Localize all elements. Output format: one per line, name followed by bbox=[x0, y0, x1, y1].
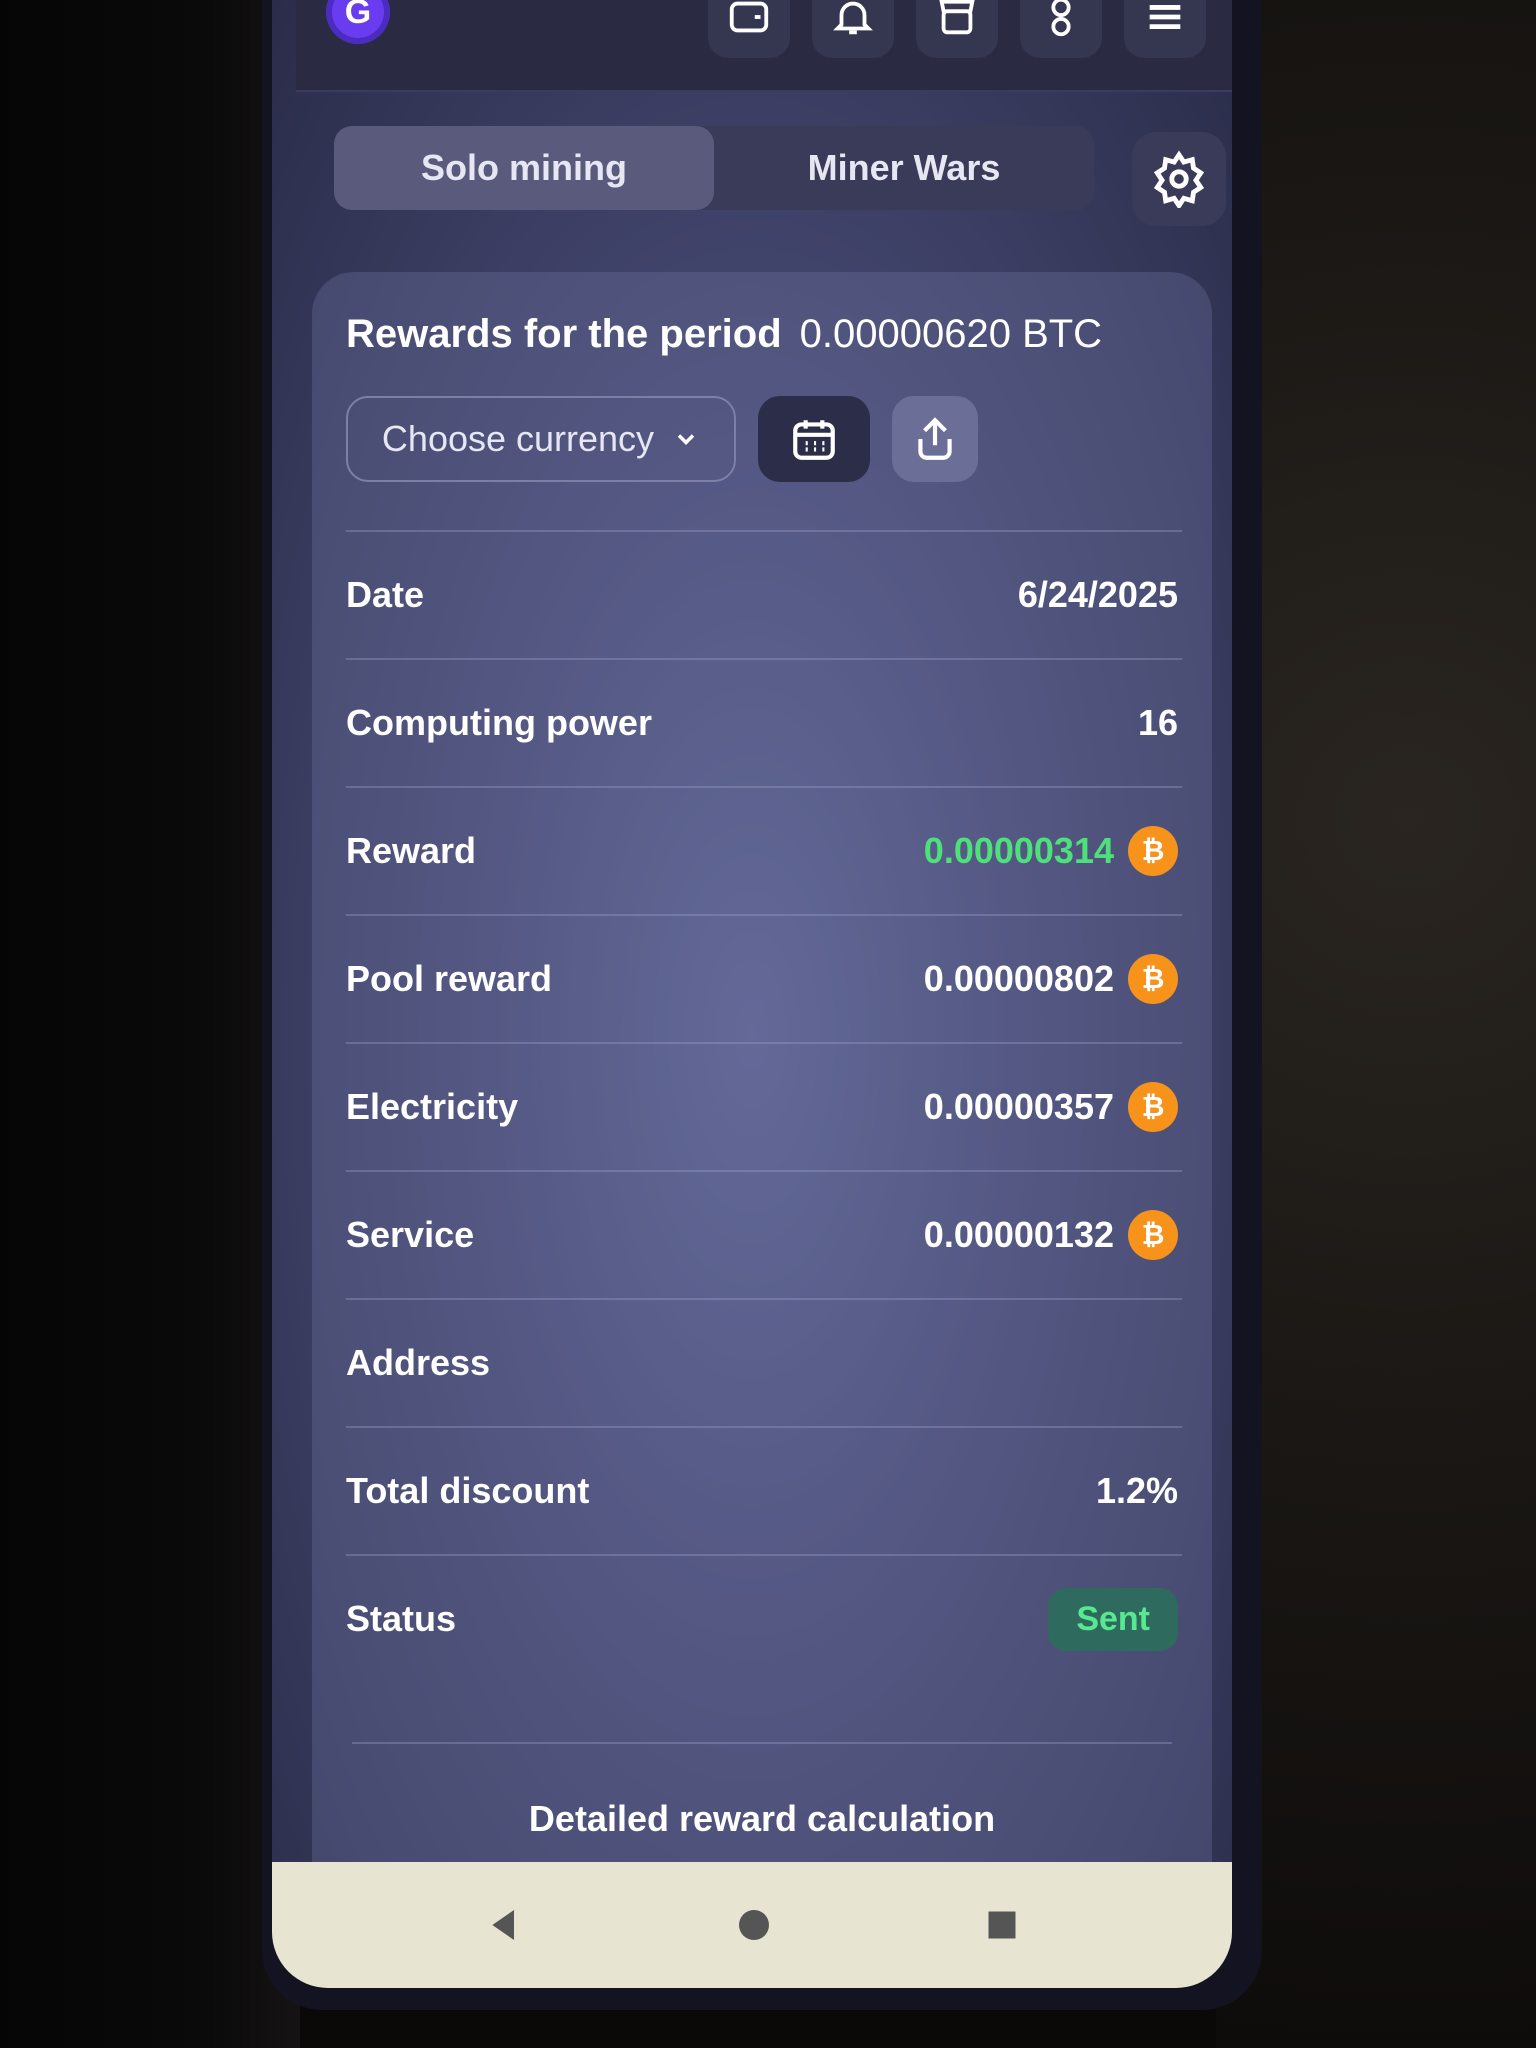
row-label: Computing power bbox=[346, 702, 652, 743]
currency-select-label: Choose currency bbox=[381, 418, 655, 459]
notifications-button[interactable] bbox=[812, 0, 894, 58]
row-label: Date bbox=[346, 574, 425, 615]
row-value: 6/24/2025 bbox=[1017, 574, 1178, 615]
detailed-calculation-link[interactable]: Detailed reward calculation bbox=[352, 1742, 1172, 1840]
top-icon-group bbox=[708, 0, 1206, 58]
bitcoin-icon: ₿ bbox=[1128, 1082, 1178, 1132]
service-amount: 0.00000132 bbox=[923, 1214, 1114, 1255]
row-date: Date 6/24/2025 bbox=[346, 530, 1182, 658]
row-value: 1.2% bbox=[1095, 1470, 1178, 1511]
chevron-down-icon bbox=[677, 434, 695, 445]
row-label: Total discount bbox=[346, 1470, 590, 1511]
bitcoin-icon: ₿ bbox=[1128, 954, 1178, 1004]
tab-miner-wars[interactable]: Miner Wars bbox=[714, 126, 1094, 210]
top-bar: G bbox=[296, 0, 1232, 92]
android-nav-bar bbox=[272, 1862, 1232, 1988]
row-address: Address bbox=[346, 1298, 1182, 1426]
bitcoin-icon: ₿ bbox=[1128, 1210, 1178, 1260]
row-label: Pool reward bbox=[346, 958, 553, 999]
row-label: Service bbox=[346, 1214, 475, 1255]
calendar-icon bbox=[793, 420, 835, 460]
period-summary: Rewards for the period 0.00000620 BTC bbox=[346, 312, 1182, 382]
store-icon bbox=[939, 0, 975, 35]
store-button[interactable] bbox=[916, 0, 998, 58]
recents-icon[interactable] bbox=[984, 1907, 1020, 1943]
share-button[interactable] bbox=[892, 396, 978, 482]
row-pool-reward: Pool reward 0.00000802 ₿ bbox=[346, 914, 1182, 1042]
row-reward: Reward 0.00000314 ₿ bbox=[346, 786, 1182, 914]
app-logo[interactable]: G bbox=[326, 0, 390, 44]
row-value-group: 0.00000357 ₿ bbox=[924, 1082, 1178, 1132]
wallet-button[interactable] bbox=[708, 0, 790, 58]
background-right bbox=[1216, 0, 1536, 2048]
back-icon[interactable] bbox=[484, 1905, 524, 1945]
menu-icon bbox=[1149, 5, 1181, 29]
user-icon bbox=[1051, 0, 1071, 37]
bell-icon bbox=[833, 1, 873, 35]
home-icon[interactable] bbox=[736, 1907, 772, 1943]
menu-button[interactable] bbox=[1124, 0, 1206, 58]
row-value: 16 bbox=[1137, 702, 1178, 743]
period-label: Rewards for the period bbox=[346, 312, 782, 356]
row-electricity: Electricity 0.00000357 ₿ bbox=[346, 1042, 1182, 1170]
calendar-button[interactable] bbox=[758, 396, 870, 482]
mining-tabs: Solo mining Miner Wars bbox=[334, 126, 1094, 210]
row-value-group: 0.00000132 ₿ bbox=[924, 1210, 1178, 1260]
rewards-card: Rewards for the period 0.00000620 BTC Ch… bbox=[312, 272, 1212, 1880]
gear-icon bbox=[1153, 150, 1205, 208]
reward-details: Date 6/24/2025 Computing power 16 Reward… bbox=[346, 530, 1182, 1682]
period-value: 0.00000620 BTC bbox=[799, 312, 1103, 356]
tab-solo-mining[interactable]: Solo mining bbox=[334, 126, 714, 210]
row-label: Reward bbox=[346, 830, 477, 871]
pool-reward-amount: 0.00000802 bbox=[923, 958, 1114, 999]
row-label: Address bbox=[346, 1342, 491, 1383]
share-icon bbox=[918, 417, 952, 460]
row-value-group: 0.00000802 ₿ bbox=[924, 954, 1178, 1004]
background-left bbox=[0, 0, 300, 2048]
card-controls: Choose currency bbox=[346, 396, 1182, 486]
row-value-group: 0.00000314 ₿ bbox=[924, 826, 1178, 876]
status-badge: Sent bbox=[1048, 1587, 1178, 1651]
row-label: Status bbox=[346, 1598, 457, 1639]
row-total-discount: Total discount 1.2% bbox=[346, 1426, 1182, 1554]
profile-button[interactable] bbox=[1020, 0, 1102, 58]
row-status: Status Sent bbox=[346, 1554, 1182, 1682]
electricity-amount: 0.00000357 bbox=[923, 1086, 1114, 1127]
settings-button[interactable] bbox=[1132, 132, 1226, 226]
reward-amount: 0.00000314 bbox=[923, 830, 1114, 871]
bitcoin-icon: ₿ bbox=[1128, 826, 1178, 876]
wallet-icon bbox=[729, 1, 769, 33]
row-service: Service 0.00000132 ₿ bbox=[346, 1170, 1182, 1298]
row-computing-power: Computing power 16 bbox=[346, 658, 1182, 786]
row-label: Electricity bbox=[346, 1086, 519, 1127]
app-screen: G Solo mining Miner Wars Rewards for the… bbox=[272, 0, 1232, 1880]
currency-select[interactable]: Choose currency bbox=[346, 396, 736, 482]
